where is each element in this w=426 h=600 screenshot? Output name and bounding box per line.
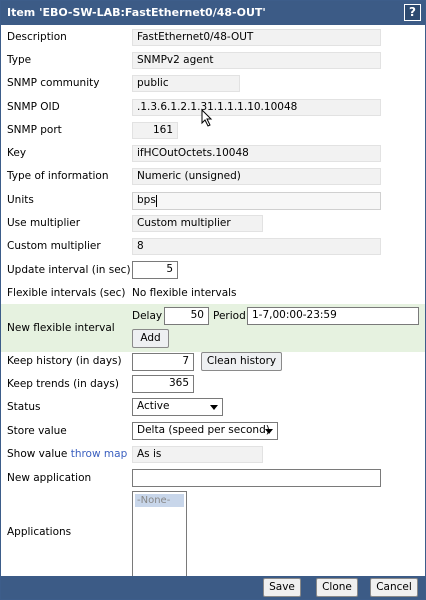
clean-history-button[interactable]: Clean history — [201, 352, 282, 371]
text-caret — [156, 195, 157, 207]
delay-input[interactable]: 50 — [164, 307, 209, 325]
new-flexible-interval-label: New flexible interval — [7, 322, 115, 334]
snmp-oid-label: SNMP OID — [7, 101, 60, 113]
dialog-title: Item 'EBO-SW-LAB:FastEthernet0/48-OUT' — [7, 6, 266, 19]
type-field: SNMPv2 agent — [132, 52, 381, 69]
show-value-label: Show value — [7, 448, 68, 460]
footer-bar: Save Clone Cancel — [1, 576, 425, 599]
type-label: Type — [7, 54, 32, 66]
applications-label: Applications — [7, 526, 72, 538]
snmp-community-label: SNMP community — [7, 77, 100, 89]
title-bar: Item 'EBO-SW-LAB:FastEthernet0/48-OUT' ? — [1, 1, 425, 25]
new-application-input[interactable] — [132, 469, 381, 487]
custom-multiplier-field: 8 — [132, 238, 381, 255]
add-button[interactable]: Add — [132, 329, 169, 348]
flexible-intervals-value: No flexible intervals — [132, 287, 237, 299]
units-value: bps — [137, 194, 156, 206]
period-input[interactable]: 1-7,00:00-23:59 — [247, 307, 419, 325]
save-button[interactable]: Save — [263, 578, 301, 597]
info-type-label: Type of information — [7, 170, 109, 182]
store-value-label: Store value — [7, 425, 67, 437]
key-field: ifHCOutOctets.10048 — [132, 145, 381, 162]
new-application-label: New application — [7, 472, 92, 484]
status-label: Status — [7, 401, 41, 413]
applications-option[interactable]: -None- — [135, 494, 184, 507]
show-value-label-group: Show value throw map — [7, 448, 127, 460]
keep-history-label: Keep history (in days) — [7, 355, 122, 367]
key-label: Key — [7, 147, 27, 159]
description-label: Description — [7, 31, 67, 43]
flexible-intervals-label: Flexible intervals (sec) — [7, 287, 126, 299]
throw-map-link[interactable]: throw map — [71, 448, 128, 460]
units-input[interactable]: bps — [132, 192, 381, 210]
chevron-down-icon — [210, 405, 218, 410]
units-label: Units — [7, 194, 34, 206]
store-value-select[interactable]: Delta (speed per second) — [132, 422, 278, 440]
cancel-button[interactable]: Cancel — [370, 578, 418, 597]
status-select[interactable]: Active — [132, 398, 223, 416]
clone-button[interactable]: Clone — [316, 578, 358, 597]
delay-label: Delay — [132, 310, 163, 322]
chevron-down-icon — [265, 429, 273, 434]
snmp-community-field: public — [132, 75, 240, 92]
custom-multiplier-label: Custom multiplier — [7, 240, 101, 252]
update-interval-label: Update interval (in sec) — [7, 264, 131, 276]
store-value-value: Delta (speed per second) — [137, 424, 270, 436]
mouse-cursor-icon — [201, 109, 213, 127]
use-multiplier-label: Use multiplier — [7, 217, 81, 229]
snmp-port-label: SNMP port — [7, 124, 62, 136]
show-value-field: As is — [132, 446, 263, 463]
help-button[interactable]: ? — [404, 4, 421, 21]
info-type-field: Numeric (unsigned) — [132, 168, 381, 185]
applications-listbox[interactable]: -None- — [132, 491, 187, 581]
snmp-port-field: 161 — [132, 122, 178, 139]
keep-trends-input[interactable]: 365 — [132, 375, 194, 393]
keep-trends-label: Keep trends (in days) — [7, 378, 119, 390]
item-dialog: Item 'EBO-SW-LAB:FastEthernet0/48-OUT' ?… — [0, 0, 426, 600]
update-interval-input[interactable]: 5 — [132, 261, 178, 279]
keep-history-input[interactable]: 7 — [132, 353, 194, 371]
status-value: Active — [137, 400, 170, 412]
period-label: Period — [213, 310, 246, 322]
description-field: FastEthernet0/48-OUT — [132, 29, 381, 46]
snmp-oid-field: .1.3.6.1.2.1.31.1.1.1.10.10048 — [132, 99, 381, 116]
use-multiplier-field: Custom multiplier — [132, 215, 263, 232]
